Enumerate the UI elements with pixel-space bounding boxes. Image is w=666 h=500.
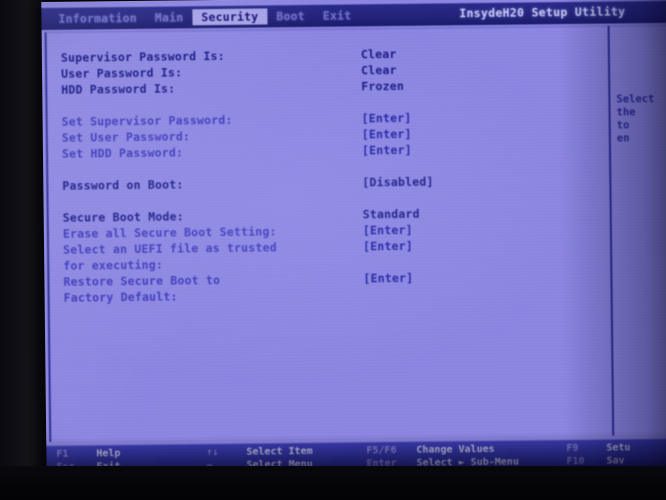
row-value[interactable]: [Enter] (362, 110, 412, 127)
laptop-screen-photo: Information Main Security Boot Exit Insy… (0, 0, 666, 500)
row-label: Restore Secure Boot to (63, 273, 221, 289)
settings-row-list: Supervisor Password Is: Clear User Passw… (61, 44, 604, 306)
row-label: Set HDD Password: (61, 145, 184, 161)
help-pane: Select the to en (607, 24, 666, 436)
key-legend-f1-help: F1 Help (56, 447, 120, 461)
key-cap: F9 (566, 442, 579, 455)
row-value[interactable]: [Enter] (363, 222, 413, 239)
help-pane-text: Select the to en (616, 93, 655, 145)
key-desc: Select Item (246, 445, 313, 458)
row-value[interactable]: [Enter] (362, 126, 412, 143)
menu-bar: Information Main Security Boot Exit (49, 7, 360, 27)
menu-item-exit[interactable]: Exit (314, 7, 361, 24)
key-legend-updown-select-item: ↑↓ Select Item (206, 445, 312, 459)
menu-item-security[interactable]: Security (192, 8, 268, 26)
key-legend-f9-setup-defaults: F9 Setu (566, 441, 630, 455)
bezel-bottom (0, 466, 666, 500)
key-cap: F1 (56, 448, 69, 460)
row-value[interactable]: [Enter] (363, 238, 413, 255)
row-value: Clear (360, 62, 397, 78)
key-desc: Change Values (416, 443, 495, 456)
lcd-panel: Information Main Security Boot Exit Insy… (41, 0, 666, 484)
row-label: Secure Boot Mode: (62, 209, 184, 225)
row-value: Clear (360, 46, 397, 62)
key-cap: ↑↓ (206, 447, 219, 459)
app-title: InsydeH20 Setup Utility (459, 4, 626, 21)
row-value: Frozen (361, 78, 405, 94)
row-label: User Password Is: (61, 65, 183, 81)
key-desc: Sav (606, 455, 625, 467)
row-label: Supervisor Password Is: (60, 48, 225, 65)
key-desc: Help (96, 448, 121, 460)
menu-item-main[interactable]: Main (146, 9, 193, 26)
menu-item-information[interactable]: Information (49, 10, 146, 27)
row-label: Password on Boot: (62, 177, 184, 193)
key-desc: Setu (606, 442, 631, 454)
key-cap: F5/F6 (366, 445, 397, 457)
row-label: Factory Default: (63, 289, 178, 305)
row-label: HDD Password Is: (61, 81, 176, 97)
row-value[interactable]: [Enter] (363, 270, 413, 287)
settings-pane: Supervisor Password Is: Clear User Passw… (45, 26, 610, 442)
row-value[interactable]: Standard (363, 206, 420, 223)
row-label: Set Supervisor Password: (61, 112, 233, 129)
row-value[interactable]: [Disabled] (362, 174, 433, 191)
row-label: for executing: (63, 257, 164, 273)
row-value[interactable]: [Enter] (362, 142, 412, 159)
key-legend-group-defaults-save: F9 Setu F10 Sav (566, 441, 630, 468)
menu-item-boot[interactable]: Boot (267, 8, 314, 25)
bios-screen: Information Main Security Boot Exit Insy… (41, 0, 666, 484)
row-label: Set User Password: (61, 129, 191, 145)
